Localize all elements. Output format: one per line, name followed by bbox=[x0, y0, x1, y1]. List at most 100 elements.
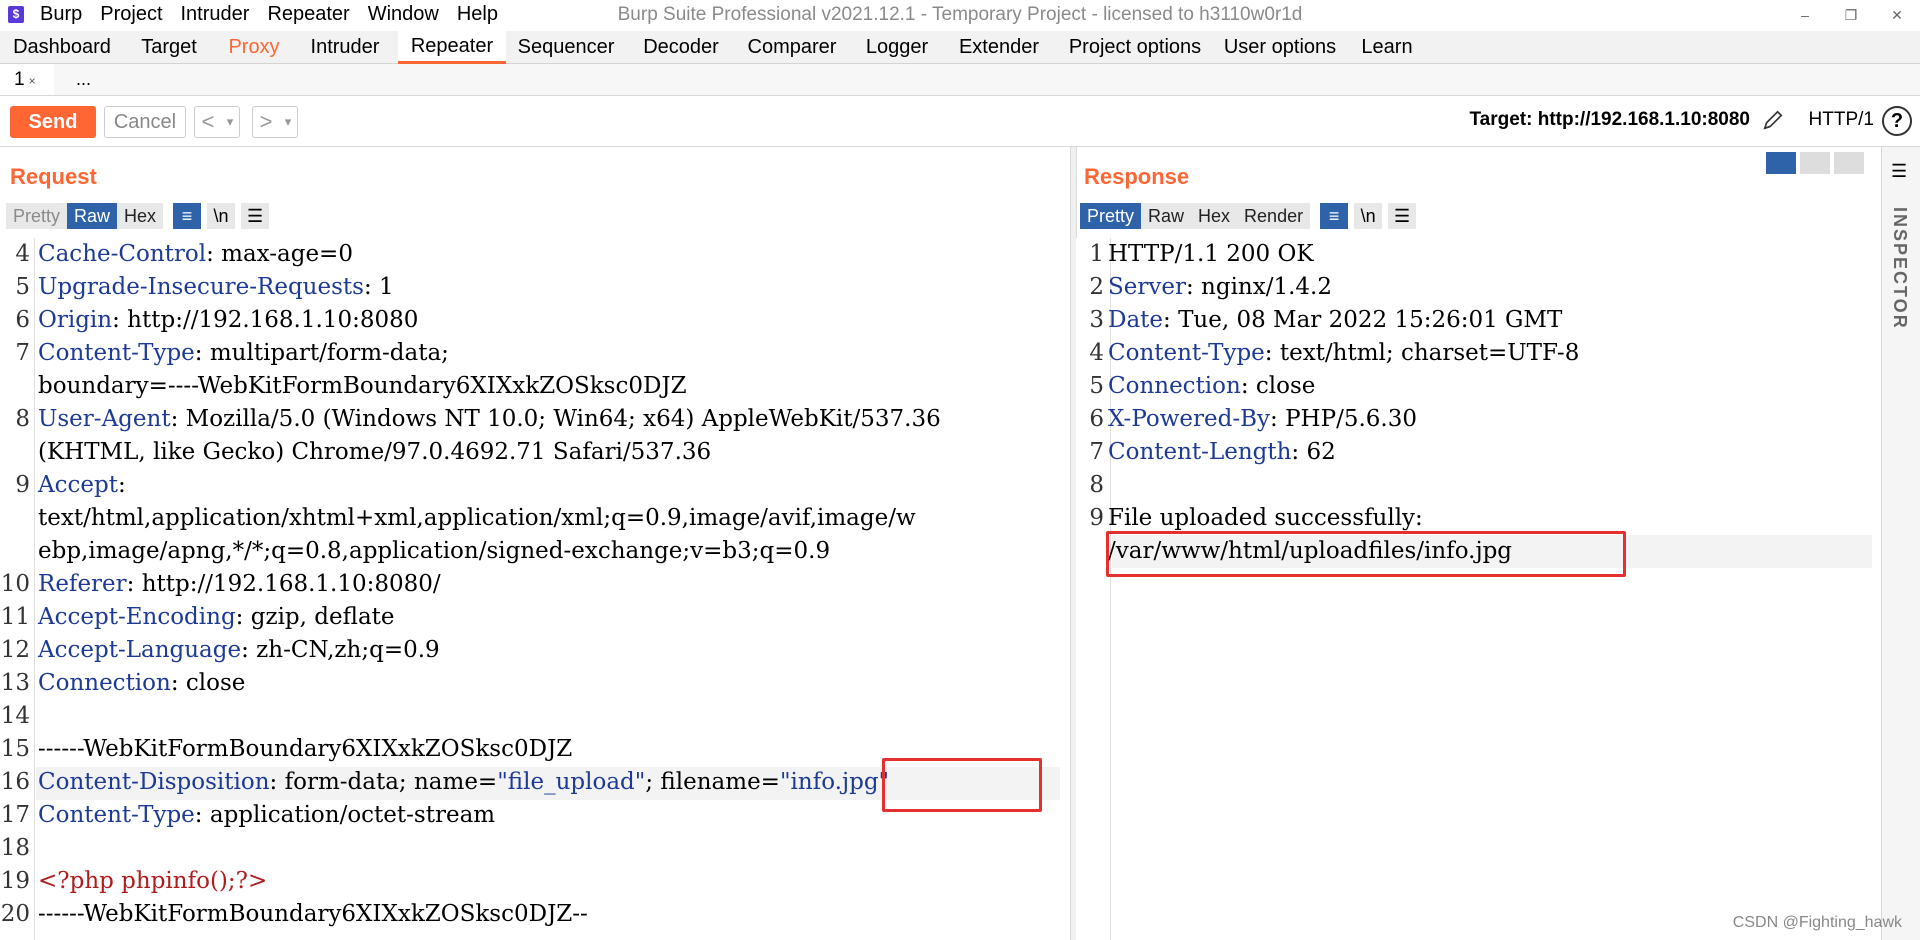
tab-sequencer[interactable]: Sequencer bbox=[514, 31, 618, 63]
menu-help[interactable]: Help bbox=[457, 3, 498, 26]
request-line: 7 Content-Type: multipart/form-data; bbox=[0, 337, 1060, 370]
response-editor[interactable]: 1 HTTP/1.1 200 OK 2 Server: nginx/1.4.2 3 Dat… bbox=[1076, 238, 1882, 940]
response-wrap-icon[interactable]: ≡ bbox=[1320, 203, 1349, 229]
line-number: 14 bbox=[0, 703, 30, 729]
tab-logger[interactable]: Logger bbox=[856, 31, 938, 63]
response-tab-raw[interactable]: Raw bbox=[1141, 203, 1191, 229]
line-text: Upgrade-Insecure-Requests: 1 bbox=[38, 271, 394, 304]
header-value: : 1 bbox=[363, 274, 394, 300]
menu-window[interactable]: Window bbox=[368, 3, 439, 26]
help-icon[interactable]: ? bbox=[1882, 106, 1912, 136]
back-button[interactable]: < ▾ bbox=[194, 106, 240, 138]
response-newline-icon[interactable]: \n bbox=[1354, 203, 1383, 229]
response-line: 3 Date: Tue, 08 Mar 2022 15:26:01 GMT bbox=[1076, 304, 1882, 337]
line-number: 19 bbox=[0, 868, 30, 894]
header-name: Accept bbox=[38, 472, 118, 498]
layout-side-by-side-icon[interactable] bbox=[1766, 152, 1796, 174]
line-number: 5 bbox=[1089, 373, 1104, 399]
response-line: 6 X-Powered-By: PHP/5.6.30 bbox=[1076, 403, 1882, 436]
forward-button[interactable]: > ▾ bbox=[252, 106, 298, 138]
tab-comparer[interactable]: Comparer bbox=[742, 31, 842, 63]
header-name: Content-Type bbox=[38, 802, 195, 828]
header-name: Content-Disposition bbox=[38, 769, 270, 795]
response-tab-hex[interactable]: Hex bbox=[1191, 203, 1237, 229]
cancel-button[interactable]: Cancel bbox=[104, 106, 186, 138]
response-line: 1 HTTP/1.1 200 OK bbox=[1076, 238, 1882, 271]
request-line: text/html,application/xhtml+xml,applicat… bbox=[0, 502, 1060, 535]
line-number: 12 bbox=[0, 637, 30, 663]
back-arrow-icon: < bbox=[201, 109, 215, 134]
send-button[interactable]: Send bbox=[10, 106, 96, 138]
line-number: 10 bbox=[0, 571, 30, 597]
tab-extender[interactable]: Extender bbox=[952, 31, 1046, 63]
request-editor[interactable]: 4 Cache-Control: max-age=0 5 Upgrade-Insecu… bbox=[0, 238, 1060, 940]
tab-proxy[interactable]: Proxy bbox=[220, 31, 288, 63]
request-menu-icon[interactable]: ☰ bbox=[241, 203, 270, 229]
header-value: : 62 bbox=[1291, 439, 1336, 465]
line-text: Connection: close bbox=[1108, 370, 1315, 403]
header-name: Connection bbox=[38, 670, 171, 696]
menu-intruder[interactable]: Intruder bbox=[181, 3, 250, 26]
repeater-tab-1[interactable]: 1 × bbox=[0, 64, 54, 95]
request-tab-pretty[interactable]: Pretty bbox=[6, 203, 67, 229]
header-value: ------WebKitFormBoundary6XIXxkZOSksc0DJZ bbox=[38, 736, 573, 762]
request-tab-raw[interactable]: Raw bbox=[67, 203, 118, 229]
response-line: 5 Connection: close bbox=[1076, 370, 1882, 403]
target-label[interactable]: Target: http://192.168.1.10:8080 bbox=[1469, 109, 1750, 131]
tab-learn[interactable]: Learn bbox=[1354, 31, 1420, 63]
inspector-panel[interactable]: ☰ INSPECTOR bbox=[1881, 147, 1920, 940]
minimize-icon[interactable]: – bbox=[1782, 0, 1828, 30]
line-text: Server: nginx/1.4.2 bbox=[1108, 271, 1332, 304]
layout-tabs-icon[interactable] bbox=[1834, 152, 1864, 174]
header-name: Server bbox=[1108, 274, 1186, 300]
close-tab-icon[interactable]: × bbox=[29, 74, 36, 88]
tab-user-options[interactable]: User options bbox=[1220, 31, 1340, 63]
header-name: Content-Type bbox=[1108, 340, 1265, 366]
request-line: 18 bbox=[0, 832, 1060, 865]
request-line: 8 User-Agent: Mozilla/5.0 (Windows NT 10.… bbox=[0, 403, 1060, 436]
tab-repeater[interactable]: Repeater bbox=[398, 31, 506, 64]
http-version[interactable]: HTTP/1 bbox=[1809, 109, 1874, 131]
main-tab-bar: Dashboard Target Proxy Intruder Repeater… bbox=[0, 31, 1920, 64]
close-icon[interactable]: ✕ bbox=[1874, 0, 1920, 30]
request-title: Request bbox=[10, 164, 97, 189]
new-tab-button[interactable]: ... bbox=[70, 64, 91, 95]
line-number: 8 bbox=[15, 406, 30, 432]
repeater-tab-label: 1 bbox=[14, 69, 25, 90]
header-value: : nginx/1.4.2 bbox=[1185, 274, 1332, 300]
menu-burp[interactable]: Burp bbox=[40, 3, 82, 26]
edit-target-pencil-icon[interactable] bbox=[1762, 108, 1784, 132]
back-dropdown-icon[interactable]: ▾ bbox=[221, 107, 239, 137]
header-name: Accept-Encoding bbox=[38, 604, 236, 630]
line-number: 4 bbox=[1089, 340, 1104, 366]
request-newline-icon[interactable]: \n bbox=[207, 203, 236, 229]
inspector-menu-icon[interactable]: ☰ bbox=[1891, 161, 1907, 182]
inspector-label[interactable]: INSPECTOR bbox=[1889, 207, 1910, 330]
request-line: 6 Origin: http://192.168.1.10:8080 bbox=[0, 304, 1060, 337]
forward-dropdown-icon[interactable]: ▾ bbox=[279, 107, 297, 137]
request-tab-hex[interactable]: Hex bbox=[117, 203, 163, 229]
response-tab-pretty[interactable]: Pretty bbox=[1080, 203, 1142, 229]
tab-decoder[interactable]: Decoder bbox=[630, 31, 732, 63]
tab-target[interactable]: Target bbox=[130, 31, 208, 63]
response-tab-render[interactable]: Render bbox=[1237, 203, 1310, 229]
response-menu-icon[interactable]: ☰ bbox=[1388, 203, 1417, 229]
line-number: 13 bbox=[0, 670, 30, 696]
tab-project-options[interactable]: Project options bbox=[1060, 31, 1210, 63]
menu-repeater[interactable]: Repeater bbox=[267, 3, 349, 26]
header-value: text/html,application/xhtml+xml,applicat… bbox=[38, 505, 916, 531]
menu-project[interactable]: Project bbox=[100, 3, 162, 26]
header-value: : Mozilla/5.0 (Windows NT 10.0; Win64; x… bbox=[170, 406, 941, 432]
tab-dashboard[interactable]: Dashboard bbox=[6, 31, 118, 63]
burp-logo-icon: $ bbox=[8, 6, 24, 23]
restore-icon[interactable]: ❐ bbox=[1828, 0, 1874, 30]
tab-intruder[interactable]: Intruder bbox=[300, 31, 390, 63]
request-wrap-icon[interactable]: ≡ bbox=[173, 203, 202, 229]
line-text: boundary=----WebKitFormBoundary6XIXxkZOS… bbox=[38, 370, 687, 403]
response-lines: 1 HTTP/1.1 200 OK 2 Server: nginx/1.4.2 3 Dat… bbox=[1076, 238, 1882, 568]
layout-top-bottom-icon[interactable] bbox=[1800, 152, 1830, 174]
line-text: Connection: close bbox=[38, 667, 245, 700]
header-name: Date bbox=[1108, 307, 1164, 333]
header-value: ebp,image/apng,*/*;q=0.8,application/sig… bbox=[38, 538, 831, 564]
request-line: 5 Upgrade-Insecure-Requests: 1 bbox=[0, 271, 1060, 304]
